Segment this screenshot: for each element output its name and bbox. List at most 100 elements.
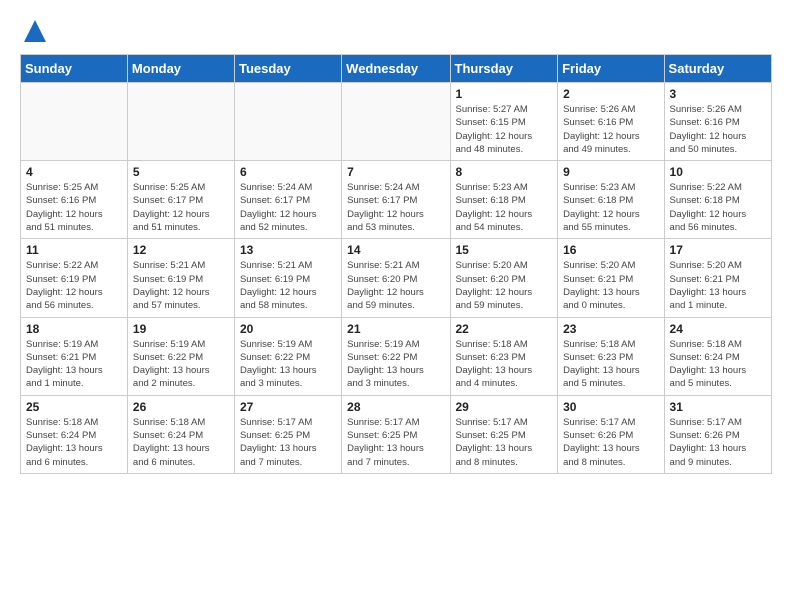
calendar-cell: 24 Sunrise: 5:18 AM Sunset: 6:24 PM Dayli… xyxy=(664,317,771,395)
day-info: Sunrise: 5:17 AM Sunset: 6:25 PM Dayligh… xyxy=(347,416,444,469)
calendar-cell: 9Sunrise: 5:23 AM Sunset: 6:18 PM Daylig… xyxy=(558,161,664,239)
day-info: Sunrise: 5:22 AM Sunset: 6:18 PM Dayligh… xyxy=(670,181,766,234)
day-number: 28 xyxy=(347,400,444,414)
calendar-cell: 17 Sunrise: 5:20 AM Sunset: 6:21 PM Dayli… xyxy=(664,239,771,317)
day-number: 29 xyxy=(456,400,553,414)
day-info: Sunrise: 5:25 AM Sunset: 6:17 PM Dayligh… xyxy=(133,181,229,234)
day-header-saturday: Saturday xyxy=(664,55,771,83)
day-number: 22 xyxy=(456,322,553,336)
day-number: 9 xyxy=(563,165,658,179)
calendar-cell xyxy=(234,83,341,161)
calendar-cell: 11 Sunrise: 5:22 AM Sunset: 6:19 PM Dayli… xyxy=(21,239,128,317)
calendar-cell: 6 Sunrise: 5:24 AM Sunset: 6:17 PM Daylig… xyxy=(234,161,341,239)
calendar-cell: 7Sunrise: 5:24 AM Sunset: 6:17 PM Daylig… xyxy=(342,161,450,239)
day-info: Sunrise: 5:17 AM Sunset: 6:26 PM Dayligh… xyxy=(563,416,658,469)
calendar-cell: 4 Sunrise: 5:25 AM Sunset: 6:16 PM Daylig… xyxy=(21,161,128,239)
day-info: Sunrise: 5:18 AM Sunset: 6:24 PM Dayligh… xyxy=(670,338,766,391)
day-number: 18 xyxy=(26,322,122,336)
calendar-cell xyxy=(21,83,128,161)
day-header-wednesday: Wednesday xyxy=(342,55,450,83)
day-number: 2 xyxy=(563,87,658,101)
calendar-table: SundayMondayTuesdayWednesdayThursdayFrid… xyxy=(20,54,772,474)
logo-icon xyxy=(20,16,50,46)
day-number: 27 xyxy=(240,400,336,414)
day-number: 1 xyxy=(456,87,553,101)
day-info: Sunrise: 5:19 AM Sunset: 6:21 PM Dayligh… xyxy=(26,338,122,391)
day-info: Sunrise: 5:17 AM Sunset: 6:25 PM Dayligh… xyxy=(240,416,336,469)
day-number: 30 xyxy=(563,400,658,414)
day-info: Sunrise: 5:20 AM Sunset: 6:21 PM Dayligh… xyxy=(670,259,766,312)
day-info: Sunrise: 5:21 AM Sunset: 6:19 PM Dayligh… xyxy=(240,259,336,312)
calendar-cell: 27 Sunrise: 5:17 AM Sunset: 6:25 PM Dayli… xyxy=(234,395,341,473)
day-number: 17 xyxy=(670,243,766,257)
day-number: 6 xyxy=(240,165,336,179)
calendar-cell: 29Sunrise: 5:17 AM Sunset: 6:25 PM Dayli… xyxy=(450,395,558,473)
day-info: Sunrise: 5:18 AM Sunset: 6:24 PM Dayligh… xyxy=(133,416,229,469)
calendar-cell: 22Sunrise: 5:18 AM Sunset: 6:23 PM Dayli… xyxy=(450,317,558,395)
day-number: 14 xyxy=(347,243,444,257)
calendar-cell: 2 Sunrise: 5:26 AM Sunset: 6:16 PM Daylig… xyxy=(558,83,664,161)
calendar-week-4: 18 Sunrise: 5:19 AM Sunset: 6:21 PM Dayli… xyxy=(21,317,772,395)
day-info: Sunrise: 5:23 AM Sunset: 6:18 PM Dayligh… xyxy=(456,181,553,234)
calendar-cell: 1Sunrise: 5:27 AM Sunset: 6:15 PM Daylig… xyxy=(450,83,558,161)
day-number: 13 xyxy=(240,243,336,257)
day-number: 4 xyxy=(26,165,122,179)
day-info: Sunrise: 5:19 AM Sunset: 6:22 PM Dayligh… xyxy=(347,338,444,391)
calendar-cell: 20 Sunrise: 5:19 AM Sunset: 6:22 PM Dayli… xyxy=(234,317,341,395)
day-number: 20 xyxy=(240,322,336,336)
day-number: 7 xyxy=(347,165,444,179)
day-number: 16 xyxy=(563,243,658,257)
day-number: 26 xyxy=(133,400,229,414)
day-info: Sunrise: 5:24 AM Sunset: 6:17 PM Dayligh… xyxy=(240,181,336,234)
day-header-monday: Monday xyxy=(127,55,234,83)
calendar-cell: 16 Sunrise: 5:20 AM Sunset: 6:21 PM Dayli… xyxy=(558,239,664,317)
day-header-tuesday: Tuesday xyxy=(234,55,341,83)
calendar-cell: 10 Sunrise: 5:22 AM Sunset: 6:18 PM Dayli… xyxy=(664,161,771,239)
day-number: 23 xyxy=(563,322,658,336)
day-number: 24 xyxy=(670,322,766,336)
day-number: 5 xyxy=(133,165,229,179)
calendar-cell: 19 Sunrise: 5:19 AM Sunset: 6:22 PM Dayli… xyxy=(127,317,234,395)
calendar-cell xyxy=(342,83,450,161)
day-header-thursday: Thursday xyxy=(450,55,558,83)
calendar-cell: 12Sunrise: 5:21 AM Sunset: 6:19 PM Dayli… xyxy=(127,239,234,317)
day-number: 8 xyxy=(456,165,553,179)
day-number: 11 xyxy=(26,243,122,257)
day-info: Sunrise: 5:21 AM Sunset: 6:19 PM Dayligh… xyxy=(133,259,229,312)
day-info: Sunrise: 5:26 AM Sunset: 6:16 PM Dayligh… xyxy=(670,103,766,156)
calendar-cell: 26 Sunrise: 5:18 AM Sunset: 6:24 PM Dayli… xyxy=(127,395,234,473)
calendar-week-3: 11 Sunrise: 5:22 AM Sunset: 6:19 PM Dayli… xyxy=(21,239,772,317)
day-info: Sunrise: 5:17 AM Sunset: 6:26 PM Dayligh… xyxy=(670,416,766,469)
calendar-week-2: 4 Sunrise: 5:25 AM Sunset: 6:16 PM Daylig… xyxy=(21,161,772,239)
day-info: Sunrise: 5:19 AM Sunset: 6:22 PM Dayligh… xyxy=(240,338,336,391)
calendar-body: 1Sunrise: 5:27 AM Sunset: 6:15 PM Daylig… xyxy=(21,83,772,474)
calendar-header-row: SundayMondayTuesdayWednesdayThursdayFrid… xyxy=(21,55,772,83)
calendar-cell: 13 Sunrise: 5:21 AM Sunset: 6:19 PM Dayli… xyxy=(234,239,341,317)
day-info: Sunrise: 5:18 AM Sunset: 6:24 PM Dayligh… xyxy=(26,416,122,469)
day-info: Sunrise: 5:25 AM Sunset: 6:16 PM Dayligh… xyxy=(26,181,122,234)
day-number: 31 xyxy=(670,400,766,414)
day-number: 19 xyxy=(133,322,229,336)
page-header xyxy=(0,0,792,54)
day-info: Sunrise: 5:20 AM Sunset: 6:20 PM Dayligh… xyxy=(456,259,553,312)
calendar-cell: 3 Sunrise: 5:26 AM Sunset: 6:16 PM Daylig… xyxy=(664,83,771,161)
day-info: Sunrise: 5:26 AM Sunset: 6:16 PM Dayligh… xyxy=(563,103,658,156)
day-number: 10 xyxy=(670,165,766,179)
day-info: Sunrise: 5:22 AM Sunset: 6:19 PM Dayligh… xyxy=(26,259,122,312)
day-header-friday: Friday xyxy=(558,55,664,83)
day-info: Sunrise: 5:18 AM Sunset: 6:23 PM Dayligh… xyxy=(563,338,658,391)
calendar-cell: 23 Sunrise: 5:18 AM Sunset: 6:23 PM Dayli… xyxy=(558,317,664,395)
day-info: Sunrise: 5:20 AM Sunset: 6:21 PM Dayligh… xyxy=(563,259,658,312)
day-number: 3 xyxy=(670,87,766,101)
calendar-week-1: 1Sunrise: 5:27 AM Sunset: 6:15 PM Daylig… xyxy=(21,83,772,161)
day-number: 21 xyxy=(347,322,444,336)
calendar-wrapper: SundayMondayTuesdayWednesdayThursdayFrid… xyxy=(0,54,792,484)
day-number: 15 xyxy=(456,243,553,257)
calendar-cell: 14Sunrise: 5:21 AM Sunset: 6:20 PM Dayli… xyxy=(342,239,450,317)
calendar-cell: 5 Sunrise: 5:25 AM Sunset: 6:17 PM Daylig… xyxy=(127,161,234,239)
calendar-cell: 25Sunrise: 5:18 AM Sunset: 6:24 PM Dayli… xyxy=(21,395,128,473)
calendar-cell: 31 Sunrise: 5:17 AM Sunset: 6:26 PM Dayli… xyxy=(664,395,771,473)
day-info: Sunrise: 5:19 AM Sunset: 6:22 PM Dayligh… xyxy=(133,338,229,391)
calendar-cell: 30 Sunrise: 5:17 AM Sunset: 6:26 PM Dayli… xyxy=(558,395,664,473)
day-header-sunday: Sunday xyxy=(21,55,128,83)
